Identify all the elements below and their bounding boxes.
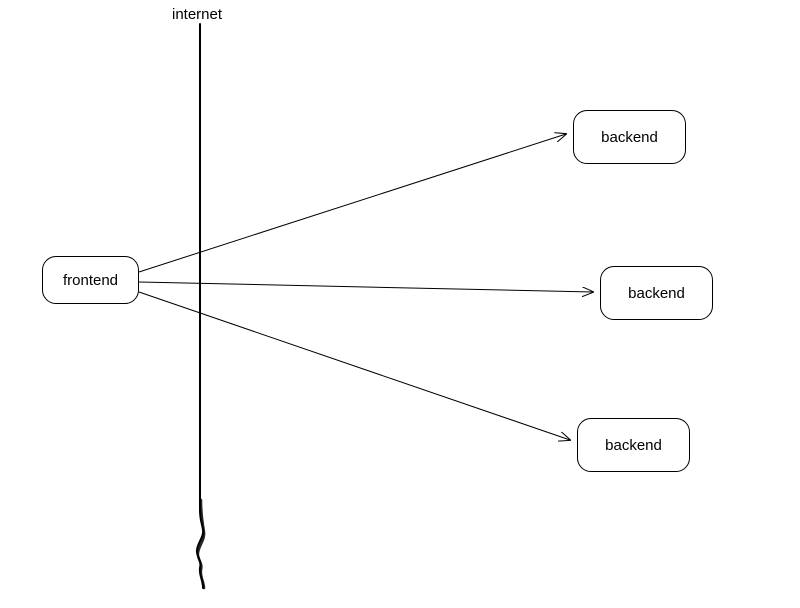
frontend-node-label: frontend — [63, 272, 118, 289]
internet-divider-ink — [198, 500, 204, 588]
backend-node-1-label: backend — [601, 129, 658, 146]
frontend-node: frontend — [42, 256, 139, 304]
arrow-frontend-backend-2 — [139, 282, 593, 292]
backend-node-3-label: backend — [605, 437, 662, 454]
internet-divider — [197, 24, 203, 588]
internet-label: internet — [172, 6, 222, 23]
backend-node-3: backend — [577, 418, 690, 472]
backend-node-2-label: backend — [628, 285, 685, 302]
arrow-frontend-backend-1 — [139, 134, 566, 272]
backend-node-1: backend — [573, 110, 686, 164]
arrow-frontend-backend-3 — [139, 292, 570, 440]
backend-node-2: backend — [600, 266, 713, 320]
